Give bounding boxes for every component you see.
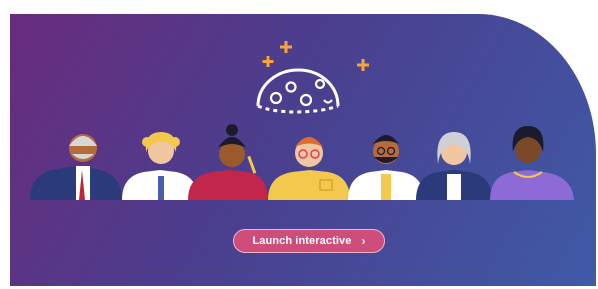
chevron-right-icon: › <box>361 234 366 248</box>
moon-with-stars-icon <box>256 41 369 114</box>
person-3 <box>188 124 268 200</box>
person-7 <box>490 126 574 200</box>
promo-banner: Launch interactive › <box>6 14 596 286</box>
launch-interactive-label: Launch interactive <box>252 235 352 247</box>
person-4 <box>268 137 350 200</box>
person-6 <box>416 132 492 200</box>
person-5 <box>348 135 424 200</box>
launch-interactive-button[interactable]: Launch interactive › <box>233 229 385 253</box>
left-margin <box>0 0 10 289</box>
person-1 <box>30 134 122 200</box>
person-2 <box>122 132 198 200</box>
